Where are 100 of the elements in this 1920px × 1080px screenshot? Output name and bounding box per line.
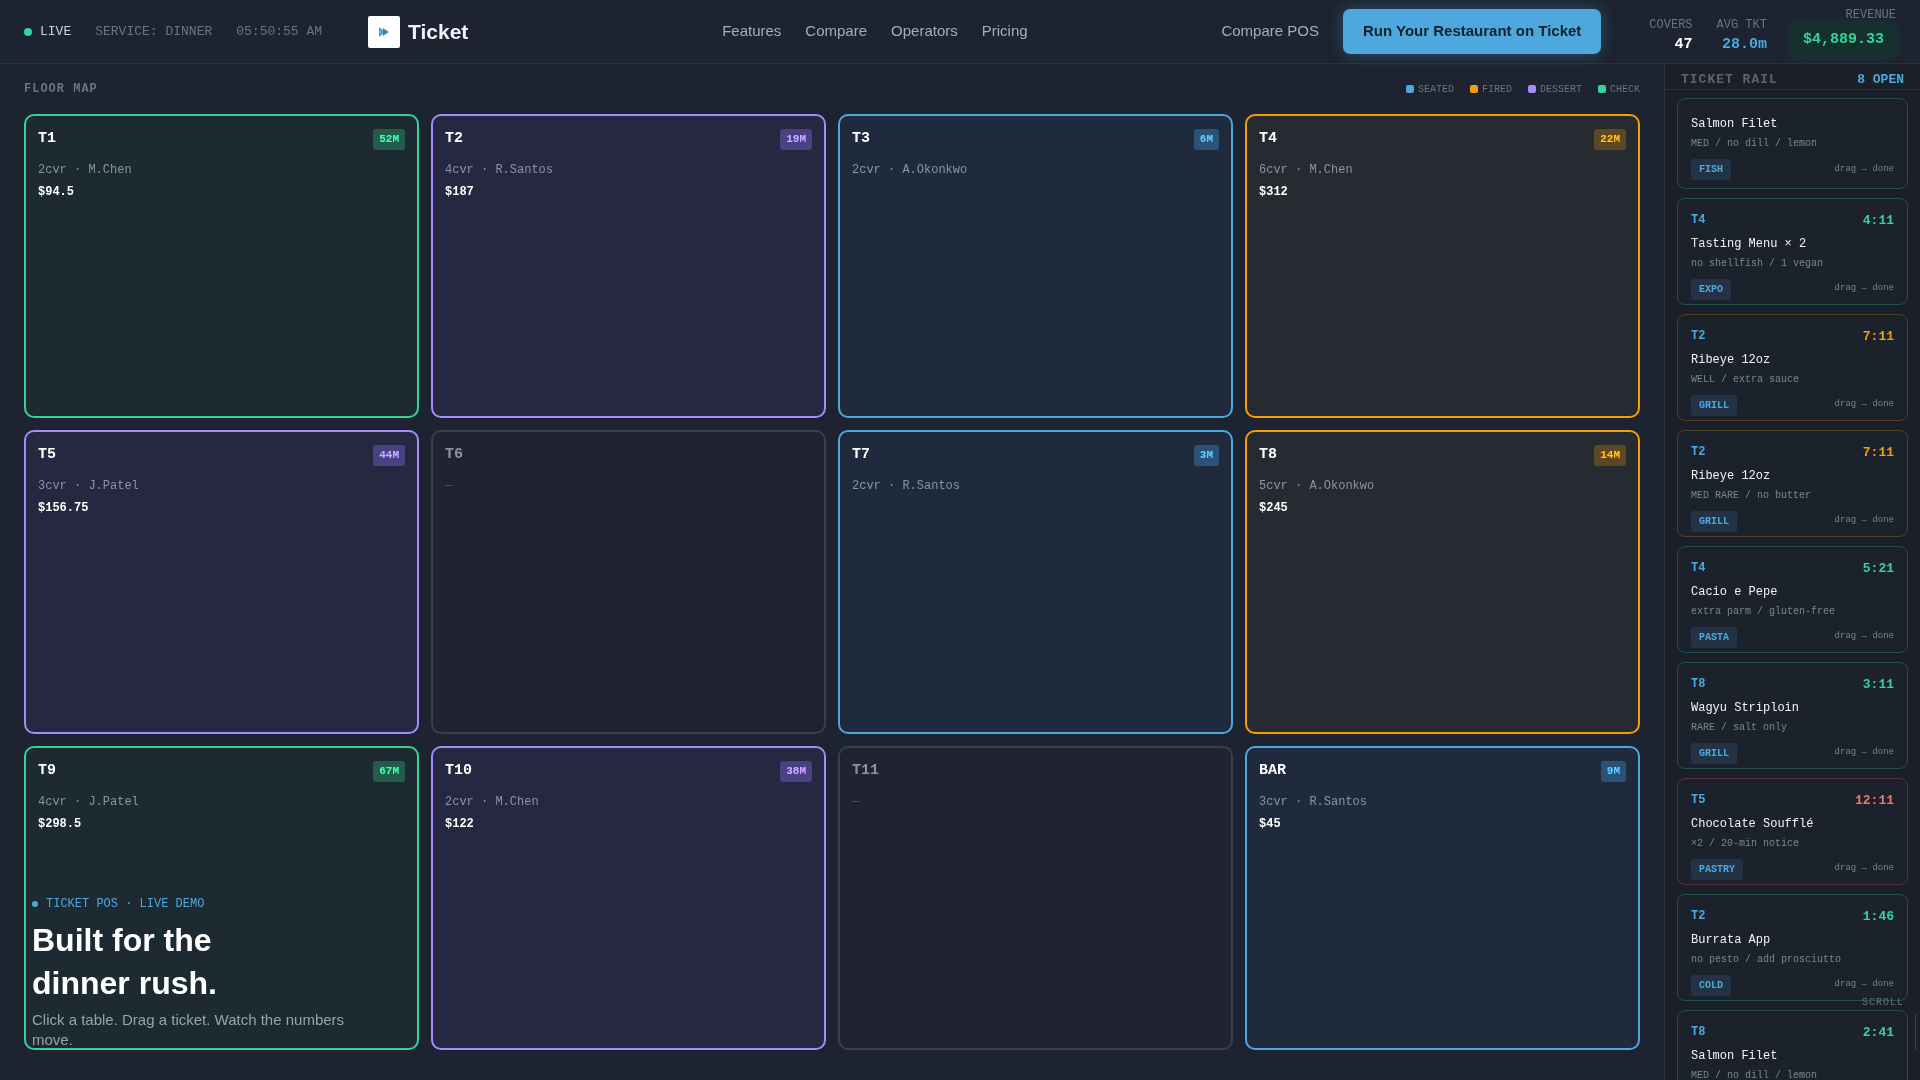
table-name: T4 xyxy=(1259,129,1277,149)
ticket-card[interactable]: T2 7:11 Ribeye 12oz WELL / extra sauce GRILL drag → done xyxy=(1677,314,1908,421)
ticket-table: T4 xyxy=(1691,559,1706,579)
table-detail: 3cvr · R.Santos xyxy=(1259,793,1369,811)
ticket-mods: MED RARE / no butter xyxy=(1691,488,1813,503)
ticket-time: 12:11 xyxy=(1855,792,1894,810)
ticket-time: 1:46 xyxy=(1862,908,1894,926)
table-card[interactable]: T8 14M 5cvr · A.Okonkwo $245 xyxy=(1245,430,1640,734)
legend-label: DESSERT xyxy=(1539,82,1582,97)
table-amount: $156.75 xyxy=(38,499,90,517)
ticket-card[interactable]: T4 5:21 Cacio e Pepe extra parm / gluten-free PASTA drag → done xyxy=(1677,546,1908,653)
table-detail: 4cvr · J.Patel xyxy=(38,793,140,811)
nav-link[interactable]: Operators xyxy=(891,20,958,43)
table-card[interactable]: T11 — xyxy=(838,746,1233,1050)
table-card[interactable]: T2 19M 4cvr · R.Santos $187 xyxy=(431,114,826,418)
compare-pos-link[interactable]: Compare POS xyxy=(1221,20,1319,43)
hero-eyebrow: TICKET POS · LIVE DEMO xyxy=(46,896,205,914)
ticket-dish: Chocolate Soufflé xyxy=(1691,815,1815,833)
table-name: T5 xyxy=(38,445,56,465)
table-name: T2 xyxy=(445,129,463,149)
time-badge: 67M xyxy=(373,761,405,782)
cta-button[interactable]: Run Your Restaurant on Ticket xyxy=(1342,9,1602,54)
table-card[interactable]: T10 38M 2cvr · M.Chen $122 xyxy=(431,746,826,1050)
table-amount: $187 xyxy=(445,183,475,201)
table-detail: 4cvr · R.Santos xyxy=(445,161,555,179)
table-detail: 2cvr · M.Chen xyxy=(38,161,133,179)
stat-label: AVG TKT xyxy=(1716,17,1767,35)
time-badge: 38M xyxy=(780,761,812,782)
nav-link[interactable]: Pricing xyxy=(981,20,1028,43)
ticket-dish: Burrata App xyxy=(1691,931,1772,949)
table-name: T8 xyxy=(1259,445,1277,465)
table-name: T3 xyxy=(852,129,870,149)
table-detail: 3cvr · J.Patel xyxy=(38,477,140,495)
ticket-card[interactable]: T2 7:11 Ribeye 12oz MED RARE / no butter GRILL drag → done xyxy=(1677,430,1908,537)
stat-value: 47 xyxy=(1674,35,1693,56)
table-detail: 6cvr · M.Chen xyxy=(1259,161,1354,179)
table-card[interactable]: BAR 9M 3cvr · R.Santos $45 xyxy=(1245,746,1640,1050)
table-name: BAR xyxy=(1259,761,1286,781)
ticket-dish: Wagyu Striploin xyxy=(1691,699,1801,717)
ticket-time: 5:21 xyxy=(1862,560,1894,578)
logo-icon[interactable] xyxy=(368,15,400,48)
stat-label: COVERS xyxy=(1649,17,1693,35)
scroll-line xyxy=(1915,1014,1916,1050)
ticket-card[interactable]: T5 12:11 Chocolate Soufflé ×2 / 20-min notice PASTRY drag → done xyxy=(1677,778,1908,885)
station-tag: PASTRY xyxy=(1691,858,1743,880)
drag-hint: drag → done xyxy=(1834,398,1894,412)
table-amount: $312 xyxy=(1259,183,1289,201)
drag-hint: drag → done xyxy=(1834,282,1894,296)
drag-hint: drag → done xyxy=(1834,162,1894,176)
nav-link[interactable]: Features xyxy=(722,20,782,43)
table-card[interactable]: T5 44M 3cvr · J.Patel $156.75 xyxy=(24,430,419,734)
table-detail: — xyxy=(852,793,861,811)
ticket-dish: Cacio e Pepe xyxy=(1691,583,1779,601)
time-badge: 52M xyxy=(373,129,405,150)
ticket-card[interactable]: T8 3:11 Wagyu Striploin RARE / salt only GRILL drag → done xyxy=(1677,662,1908,769)
table-card[interactable]: T4 22M 6cvr · M.Chen $312 xyxy=(1245,114,1640,418)
section-title: FLOOR MAP xyxy=(24,81,98,98)
ticket-mods: extra parm / gluten-free xyxy=(1691,604,1837,619)
table-card[interactable]: T1 52M 2cvr · M.Chen $94.5 xyxy=(24,114,419,418)
table-amount: $94.5 xyxy=(38,183,75,201)
time-badge: 6M xyxy=(1193,129,1219,150)
legend-label: CHECK xyxy=(1610,82,1640,97)
table-name: T10 xyxy=(445,761,472,781)
station-tag: GRILL xyxy=(1691,394,1737,416)
time-badge: 14M xyxy=(1594,445,1626,466)
table-card[interactable]: T6 — xyxy=(431,430,826,734)
ticket-card[interactable]: T8 2:41 Salmon Filet MED / no dill / lemon xyxy=(1677,1010,1908,1080)
ticket-table: T5 xyxy=(1691,791,1706,811)
table-amount: $245 xyxy=(1259,499,1289,517)
ticket-card[interactable]: T4 4:11 Tasting Menu × 2 no shellfish / 1 vegan EXPO drag → done xyxy=(1677,198,1908,305)
drag-hint: drag → done xyxy=(1834,746,1894,760)
table-card[interactable]: T7 3M 2cvr · R.Santos xyxy=(838,430,1233,734)
ticket-dish: Salmon Filet xyxy=(1691,1047,1779,1065)
nav-link[interactable]: Compare xyxy=(805,20,868,43)
ticket-time: 4:11 xyxy=(1862,212,1894,230)
ticket-mods: ×2 / 20-min notice xyxy=(1691,836,1801,851)
ticket-table: T2 xyxy=(1691,443,1706,463)
brand-name[interactable]: Ticket xyxy=(408,15,469,48)
ticket-table: T2 xyxy=(1691,327,1706,347)
drag-hint: drag → done xyxy=(1834,978,1894,992)
ticket-time: 2:41 xyxy=(1862,1024,1894,1042)
ticket-dish: Tasting Menu × 2 xyxy=(1691,235,1808,253)
legend-label: SEATED xyxy=(1417,82,1454,97)
time-badge: 44M xyxy=(373,445,405,466)
table-card[interactable]: T3 6M 2cvr · A.Okonkwo xyxy=(838,114,1233,418)
table-amount: $122 xyxy=(445,815,475,833)
stat-value: 28.0m xyxy=(1721,35,1767,56)
service-label: SERVICE: DINNER xyxy=(95,22,213,41)
station-tag: FISH xyxy=(1691,159,1731,180)
ticket-card[interactable]: Salmon Filet MED / no dill / lemon FISH drag → done xyxy=(1677,98,1908,189)
ticket-dish: Salmon Filet xyxy=(1691,116,1779,133)
drag-hint: drag → done xyxy=(1834,630,1894,644)
station-tag: EXPO xyxy=(1691,278,1731,300)
station-tag: COLD xyxy=(1691,974,1731,996)
live-label: LIVE xyxy=(40,22,72,41)
open-count: 8 OPEN xyxy=(1857,70,1904,89)
table-name: T7 xyxy=(852,445,870,465)
table-detail: — xyxy=(445,477,454,495)
ticket-mods: MED / no dill / lemon xyxy=(1691,137,1819,151)
table-detail: 2cvr · A.Okonkwo xyxy=(852,161,969,179)
